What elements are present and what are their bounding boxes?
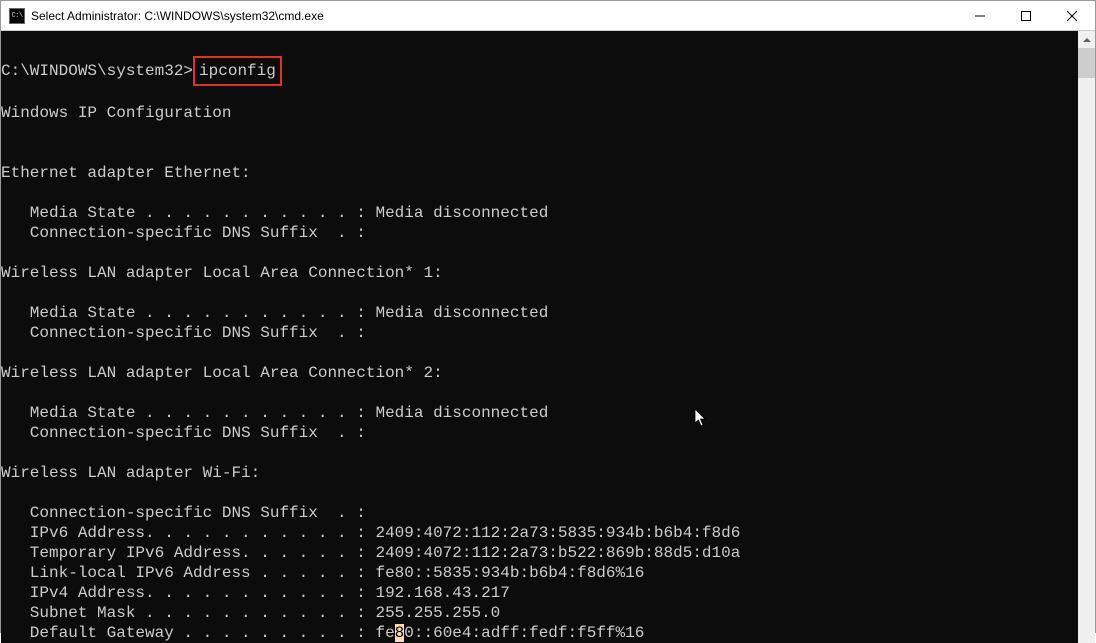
vertical-scrollbar[interactable] (1078, 31, 1095, 643)
command-text: ipconfig (199, 62, 276, 80)
adapter-3-gateway: Default Gateway . . . . . . . . . : fe80… (1, 624, 644, 642)
command-highlight: ipconfig (193, 56, 282, 86)
cmd-icon: C:\ (9, 8, 25, 24)
mouse-cursor-icon (692, 409, 710, 427)
adapter-1-name: Wireless LAN adapter Local Area Connecti… (1, 264, 443, 282)
adapter-0-line-0: Media State . . . . . . . . . . . : Medi… (1, 204, 548, 222)
terminal-output[interactable]: C:\WINDOWS\system32> ipconfig Windows IP … (1, 31, 1078, 643)
selection-cursor: 8 (395, 624, 405, 642)
adapter-3-name: Wireless LAN adapter Wi-Fi: (1, 464, 260, 482)
close-button[interactable] (1049, 1, 1095, 31)
adapter-2-name: Wireless LAN adapter Local Area Connecti… (1, 364, 443, 382)
config-header: Windows IP Configuration (1, 104, 231, 122)
scroll-up-arrow[interactable] (1078, 31, 1095, 48)
adapter-2-line-0: Media State . . . . . . . . . . . : Medi… (1, 404, 548, 422)
adapter-3-line-3: Link-local IPv6 Address . . . . . : fe80… (1, 564, 644, 582)
adapter-1-line-1: Connection-specific DNS Suffix . : (1, 324, 366, 342)
adapter-3-line-2: Temporary IPv6 Address. . . . . . : 2409… (1, 544, 740, 562)
scroll-thumb[interactable] (1078, 48, 1095, 78)
adapter-0-line-1: Connection-specific DNS Suffix . : (1, 224, 366, 242)
titlebar[interactable]: C:\ Select Administrator: C:\WINDOWS\sys… (1, 1, 1095, 31)
adapter-3-line-1: IPv6 Address. . . . . . . . . . . : 2409… (1, 524, 740, 542)
window-title: Select Administrator: C:\WINDOWS\system3… (31, 9, 957, 23)
adapter-0-name: Ethernet adapter Ethernet: (1, 164, 251, 182)
prompt: C:\WINDOWS\system32> (1, 62, 193, 80)
adapter-3-line-0: Connection-specific DNS Suffix . : (1, 504, 366, 522)
adapter-3-line-4: IPv4 Address. . . . . . . . . . . : 192.… (1, 584, 510, 602)
adapter-1-line-0: Media State . . . . . . . . . . . : Medi… (1, 304, 548, 322)
cmd-window: C:\ Select Administrator: C:\WINDOWS\sys… (0, 0, 1096, 633)
adapter-2-line-1: Connection-specific DNS Suffix . : (1, 424, 366, 442)
adapter-3-line-5: Subnet Mask . . . . . . . . . . . : 255.… (1, 604, 500, 622)
maximize-button[interactable] (1003, 1, 1049, 31)
terminal-area: C:\WINDOWS\system32> ipconfig Windows IP … (1, 31, 1095, 643)
minimize-button[interactable] (957, 1, 1003, 31)
window-controls (957, 1, 1095, 31)
